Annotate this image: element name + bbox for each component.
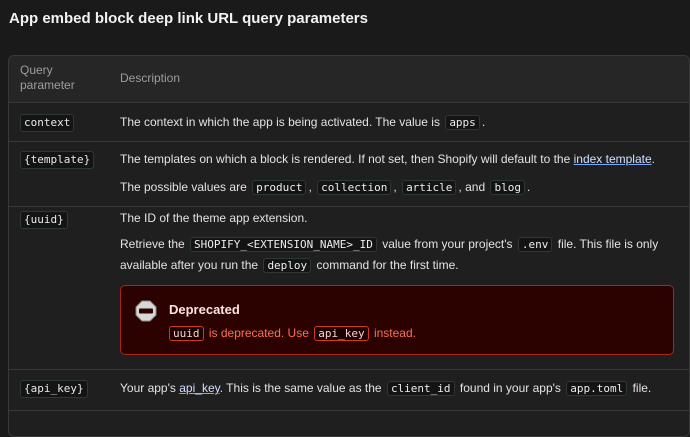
param-uuid: {uuid} [20, 211, 68, 229]
column-header-query-parameter: Query parameter [20, 63, 75, 92]
description-context: The context in which the app is being ac… [120, 115, 486, 130]
description-template-line2: The possible values are product, collect… [120, 180, 531, 195]
deprecated-callout: Deprecated uuid is deprecated. Use api_k… [120, 285, 674, 355]
table-row-template: {template} The templates on which a bloc… [9, 142, 689, 207]
column-header-description: Description [120, 71, 181, 85]
param-api-key: {api_key} [20, 380, 88, 398]
param-context: context [20, 114, 75, 132]
table-header: Query parameter Description [9, 56, 689, 103]
code-shopify-extension-id: SHOPIFY_<EXTENSION_NAME>_ID [190, 237, 377, 252]
code-uuid: uuid [169, 326, 204, 341]
index-template-link[interactable]: index template [574, 152, 652, 166]
code-api-key: api_key [314, 326, 369, 341]
code-product: product [252, 180, 307, 195]
code-env: .env [517, 237, 553, 252]
code-apps: apps [445, 115, 480, 130]
query-parameters-table: Query parameter Description context The … [8, 55, 690, 437]
page-title: App embed block deep link URL query para… [9, 10, 368, 27]
code-article: article [402, 180, 457, 195]
code-client-id: client_id [386, 381, 455, 396]
callout-title: Deprecated [169, 302, 240, 317]
param-template: {template} [20, 151, 95, 169]
table-row-uuid: {uuid} The ID of the theme app extension… [9, 207, 689, 370]
code-deploy: deploy [263, 258, 312, 273]
description-template-line1: The templates on which a block is render… [120, 152, 655, 166]
table-row-context: context The context in which the app is … [9, 103, 689, 142]
callout-body: uuid is deprecated. Use api_key instead. [169, 324, 416, 343]
description-api-key: Your app's api_key. This is the same val… [120, 381, 652, 396]
table-row-api-key: {api_key} Your app's api_key. This is th… [9, 370, 689, 411]
deprecated-icon [135, 300, 157, 322]
description-uuid-line2: Retrieve the SHOPIFY_<EXTENSION_NAME>_ID… [120, 237, 659, 273]
code-app-toml: app.toml [566, 381, 628, 396]
description-uuid-line1: The ID of the theme app extension. [120, 211, 308, 225]
api-key-link[interactable]: api_key [179, 381, 219, 395]
code-collection: collection [317, 180, 392, 195]
code-blog: blog [490, 180, 525, 195]
